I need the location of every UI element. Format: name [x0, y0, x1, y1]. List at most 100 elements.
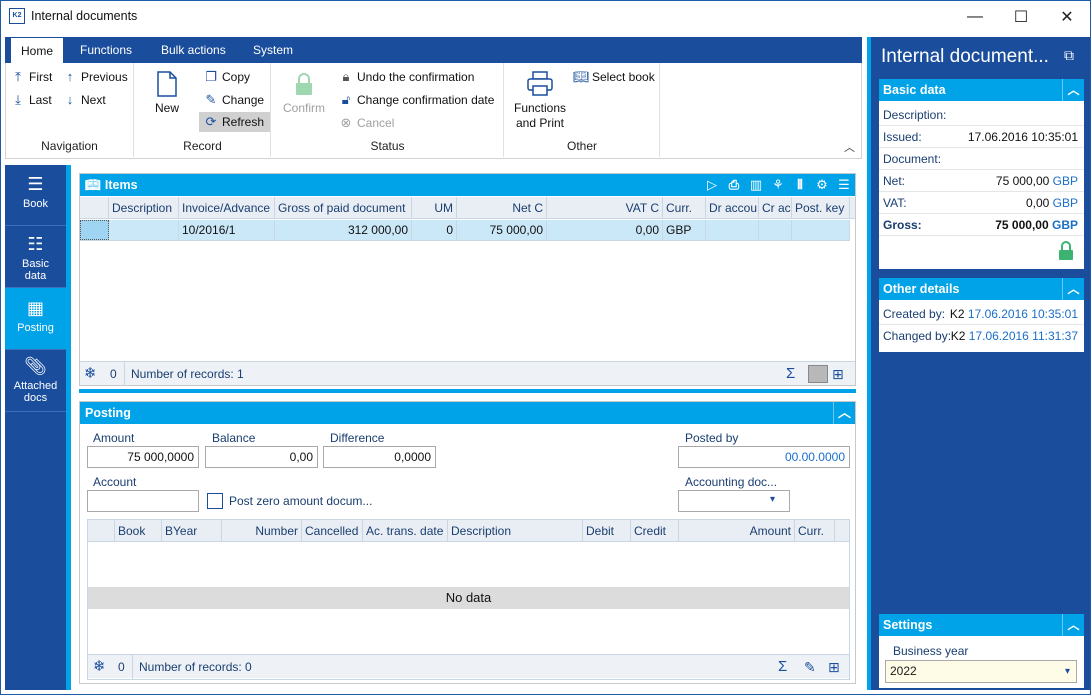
column-header[interactable]: Post. key — [792, 197, 850, 219]
difference-field[interactable]: 0,0000 — [323, 446, 436, 468]
basic-data-header[interactable]: Basic data ︿ — [879, 79, 1084, 101]
balance-field[interactable]: 0,00 — [205, 446, 318, 468]
account-field[interactable] — [87, 490, 199, 512]
column-header[interactable]: Curr. — [663, 197, 706, 219]
functions-and-print-button[interactable]: Functions and Print — [509, 71, 571, 131]
column-header[interactable]: Cr ac — [759, 197, 792, 219]
snowflake-icon[interactable]: ❄ — [93, 655, 106, 679]
column-header[interactable]: Description — [448, 520, 583, 542]
sum-icon[interactable]: Σ — [786, 362, 795, 386]
column-header[interactable]: Amount — [679, 520, 795, 542]
tab-functions[interactable]: Functions — [70, 37, 142, 63]
add-record-icon[interactable]: ⊞ — [832, 362, 844, 386]
column-header[interactable]: Invoice/Advance — [179, 197, 275, 219]
next-button[interactable]: ↓ Next — [62, 90, 106, 110]
snowflake-icon[interactable]: ❄ — [84, 362, 97, 386]
column-header[interactable]: Debit — [583, 520, 631, 542]
nav-attached-docs[interactable]: 📎︎ Attached docs — [5, 350, 66, 412]
posting-grid: Book BYear Number Cancelled Ac. trans. d… — [87, 519, 850, 680]
change-button[interactable]: ✎ Change — [203, 90, 265, 110]
cancel-button[interactable]: ⊗ Cancel — [338, 113, 395, 133]
external-link-icon[interactable]: ⧉ — [1064, 47, 1074, 64]
new-document-icon — [157, 71, 177, 97]
hamburger-icon[interactable]: ☰ — [833, 174, 855, 196]
gear-icon[interactable]: ⚙ — [811, 174, 833, 196]
business-year-select[interactable]: 2022 ▾ — [885, 660, 1077, 683]
items-panel: 📖︎ Items ▷ ⎙ ▥ ⚘ ⦀ ⚙ ☰ Description Invoic… — [79, 173, 856, 386]
select-book-button[interactable]: 📖︎ Select book — [573, 67, 655, 87]
posted-by-field[interactable]: 00.00.0000 — [678, 446, 850, 468]
tab-system[interactable]: System — [243, 37, 303, 63]
collapse-icon[interactable]: ︿ — [1062, 79, 1084, 101]
previous-button[interactable]: ↑ Previous — [62, 67, 128, 87]
record-count: Number of records: 0 — [132, 655, 252, 679]
new-button[interactable]: New — [143, 71, 191, 116]
collapse-icon[interactable]: ︿ — [1062, 614, 1084, 636]
column-header[interactable]: Credit — [631, 520, 679, 542]
copy-button[interactable]: ❐ Copy — [203, 67, 250, 87]
splitter[interactable] — [79, 389, 856, 393]
minimize-button[interactable]: — — [952, 1, 998, 33]
lock-icon — [296, 73, 312, 95]
tab-home[interactable]: Home — [10, 37, 65, 64]
vat-row: VAT: 0,00 GBP — [879, 192, 1084, 214]
close-button[interactable]: ✕ — [1044, 1, 1090, 33]
column-header[interactable]: VAT C — [547, 197, 663, 219]
chart-icon[interactable]: ▥ — [745, 174, 767, 196]
column-header[interactable]: Book — [115, 520, 162, 542]
book-icon: 📖︎ — [573, 69, 590, 84]
settings-header[interactable]: Settings ︿ — [879, 614, 1084, 636]
last-button[interactable]: ⤓ Last — [10, 90, 52, 110]
column-header[interactable]: Number — [222, 520, 302, 542]
dropdown-icon[interactable]: ▾ — [1065, 661, 1070, 682]
table-row[interactable]: 10/2016/1 312 000,00 0 75 000,00 0,00 GB… — [80, 220, 850, 241]
window-title: Internal documents — [31, 9, 138, 23]
tab-bulk-actions[interactable]: Bulk actions — [151, 37, 236, 63]
column-header[interactable]: BYear — [162, 520, 222, 542]
refresh-button[interactable]: ⟳ Refresh — [199, 112, 271, 132]
post-zero-checkbox[interactable] — [207, 493, 223, 509]
amount-field[interactable]: 75 000,0000 — [87, 446, 199, 468]
group-other: Functions and Print 📖︎ Select book Other — [505, 63, 660, 157]
right-pane-title: Internal document... — [881, 46, 1049, 67]
maximize-button[interactable]: ☐ — [998, 1, 1044, 33]
confirm-button[interactable]: Confirm — [276, 73, 332, 116]
items-footer: ❄ 0 Number of records: 1 Σ ⊞ — [80, 361, 855, 386]
add-record-icon[interactable]: ⊞ — [828, 655, 840, 679]
column-header[interactable]: Cancelled — [302, 520, 363, 542]
pencil-icon[interactable]: ✎ — [804, 655, 816, 679]
dropdown-icon[interactable]: ▾ — [770, 494, 775, 505]
collapse-icon[interactable]: ︿ — [833, 402, 855, 424]
column-header[interactable]: Curr. — [795, 520, 835, 542]
play-icon[interactable]: ▷ — [701, 174, 723, 196]
copy-icon: ❐ — [205, 69, 217, 84]
column-header[interactable]: Ac. trans. date — [363, 520, 448, 542]
column-header[interactable]: Description — [109, 197, 179, 219]
columns-icon[interactable]: ⦀ — [789, 174, 811, 196]
status-group-label: Status — [370, 139, 405, 153]
hierarchy-icon[interactable]: ⚘ — [767, 174, 789, 196]
filter-toggle-icon[interactable] — [808, 365, 828, 383]
column-header[interactable]: Gross of paid document — [275, 197, 412, 219]
print-icon[interactable]: ⎙ — [723, 174, 745, 196]
sum-icon[interactable]: Σ — [778, 655, 787, 679]
change-confirmation-date-button[interactable]: 🔓︎ Change confirmation date — [338, 90, 495, 110]
collapse-ribbon-icon[interactable]: ︿ — [844, 139, 855, 155]
nav-basic-data[interactable]: ☷ Basic data — [5, 226, 66, 288]
accounting-doc-label: Accounting doc... — [685, 475, 778, 489]
column-header[interactable]: Net C — [457, 197, 547, 219]
other-details-header[interactable]: Other details ︿ — [879, 278, 1084, 300]
first-button[interactable]: ⤒ First — [10, 67, 52, 87]
title-bar: K2 Internal documents — ☐ ✕ — [1, 1, 1090, 33]
record-group-label: Record — [183, 139, 222, 153]
undo-confirmation-button[interactable]: 🔒︎ Undo the confirmation — [338, 67, 475, 87]
right-splitter[interactable] — [867, 37, 871, 690]
column-header[interactable]: Dr accou — [706, 197, 759, 219]
list-icon: ☷ — [27, 234, 44, 254]
nav-posting[interactable]: ▦ Posting — [5, 288, 66, 350]
nav-book[interactable]: ☰ Book — [5, 165, 66, 226]
posting-header: Posting ︿ — [80, 402, 855, 424]
column-header[interactable]: UM — [412, 197, 457, 219]
row-selector[interactable] — [80, 220, 109, 240]
collapse-icon[interactable]: ︿ — [1062, 278, 1084, 300]
